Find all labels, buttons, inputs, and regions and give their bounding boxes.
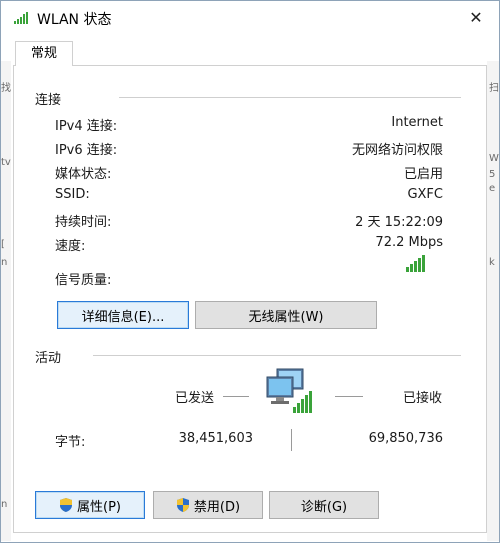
sent-line [223, 396, 249, 397]
background-text: [ [1, 239, 5, 250]
background-text: k [489, 257, 495, 268]
background-text: tv [1, 157, 11, 168]
ipv4-value: Internet [391, 115, 443, 130]
speed-label: 速度: [55, 239, 86, 254]
bytes-label: 字节: [55, 435, 86, 450]
bytes-received-value: 69,850,736 [368, 431, 443, 446]
background-text: 找 [1, 83, 11, 94]
background-text: e [489, 183, 496, 194]
activity-group-title: 活动 [35, 351, 62, 366]
tab-general[interactable]: 常规 [15, 41, 73, 66]
uac-shield-icon [60, 498, 72, 512]
wifi-signal-icon [14, 12, 28, 24]
background-text: 扫 [489, 83, 499, 94]
sent-label: 已发送 [175, 391, 215, 406]
tab-panel-general [13, 65, 487, 533]
diagnose-button[interactable]: 诊断(G) [269, 491, 379, 519]
wireless-properties-label: 无线属性(W) [248, 309, 324, 325]
ipv6-value: 无网络访问权限 [351, 143, 443, 158]
properties-button[interactable]: 属性(P) [35, 491, 145, 519]
received-label: 已接收 [403, 391, 443, 406]
background-window-left: 找 tv [ n n [1, 61, 11, 541]
close-button[interactable]: ✕ [453, 1, 499, 33]
signal-strength-icon [406, 255, 425, 272]
group-divider [93, 355, 461, 356]
window-title: WLAN 状态 [37, 12, 112, 28]
details-button[interactable]: 详细信息(E)... [57, 301, 189, 329]
speed-value: 72.2 Mbps [375, 235, 443, 250]
media-state-label: 媒体状态: [55, 167, 112, 182]
signal-quality-label: 信号质量: [55, 273, 112, 288]
connection-group-title: 连接 [35, 93, 62, 108]
properties-button-label: 属性(P) [77, 499, 121, 515]
disable-button-label: 禁用(D) [193, 499, 241, 515]
ipv6-label: IPv6 连接: [55, 143, 118, 158]
duration-label: 持续时间: [55, 215, 112, 230]
background-text: n [1, 499, 8, 510]
background-window-right: 扫 W 5 e k [487, 61, 499, 541]
group-divider [119, 97, 461, 98]
background-text: 5 [489, 169, 496, 180]
diagnose-button-label: 诊断(G) [300, 499, 348, 515]
title-bar[interactable]: WLAN 状态 ✕ [1, 1, 499, 35]
details-button-label: 详细信息(E)... [81, 309, 165, 325]
bytes-divider [291, 429, 292, 451]
tab-label: 常规 [30, 46, 57, 61]
wireless-properties-button[interactable]: 无线属性(W) [195, 301, 377, 329]
background-text: n [1, 257, 8, 268]
ssid-value: GXFC [407, 187, 443, 202]
wlan-status-dialog: 找 tv [ n n 扫 W 5 e k WLAN 状态 ✕ 常规 连接 IPv… [0, 0, 500, 543]
received-line [335, 396, 363, 397]
ipv4-label: IPv4 连接: [55, 119, 118, 134]
disable-button[interactable]: 禁用(D) [153, 491, 263, 519]
background-text: W [489, 153, 499, 164]
close-icon: ✕ [469, 7, 483, 27]
ssid-label: SSID: [55, 187, 90, 202]
uac-shield-icon [176, 498, 189, 512]
duration-value: 2 天 15:22:09 [355, 215, 443, 230]
bytes-sent-value: 38,451,603 [178, 431, 253, 446]
network-computers-icon [266, 368, 312, 413]
media-state-value: 已启用 [403, 167, 443, 182]
